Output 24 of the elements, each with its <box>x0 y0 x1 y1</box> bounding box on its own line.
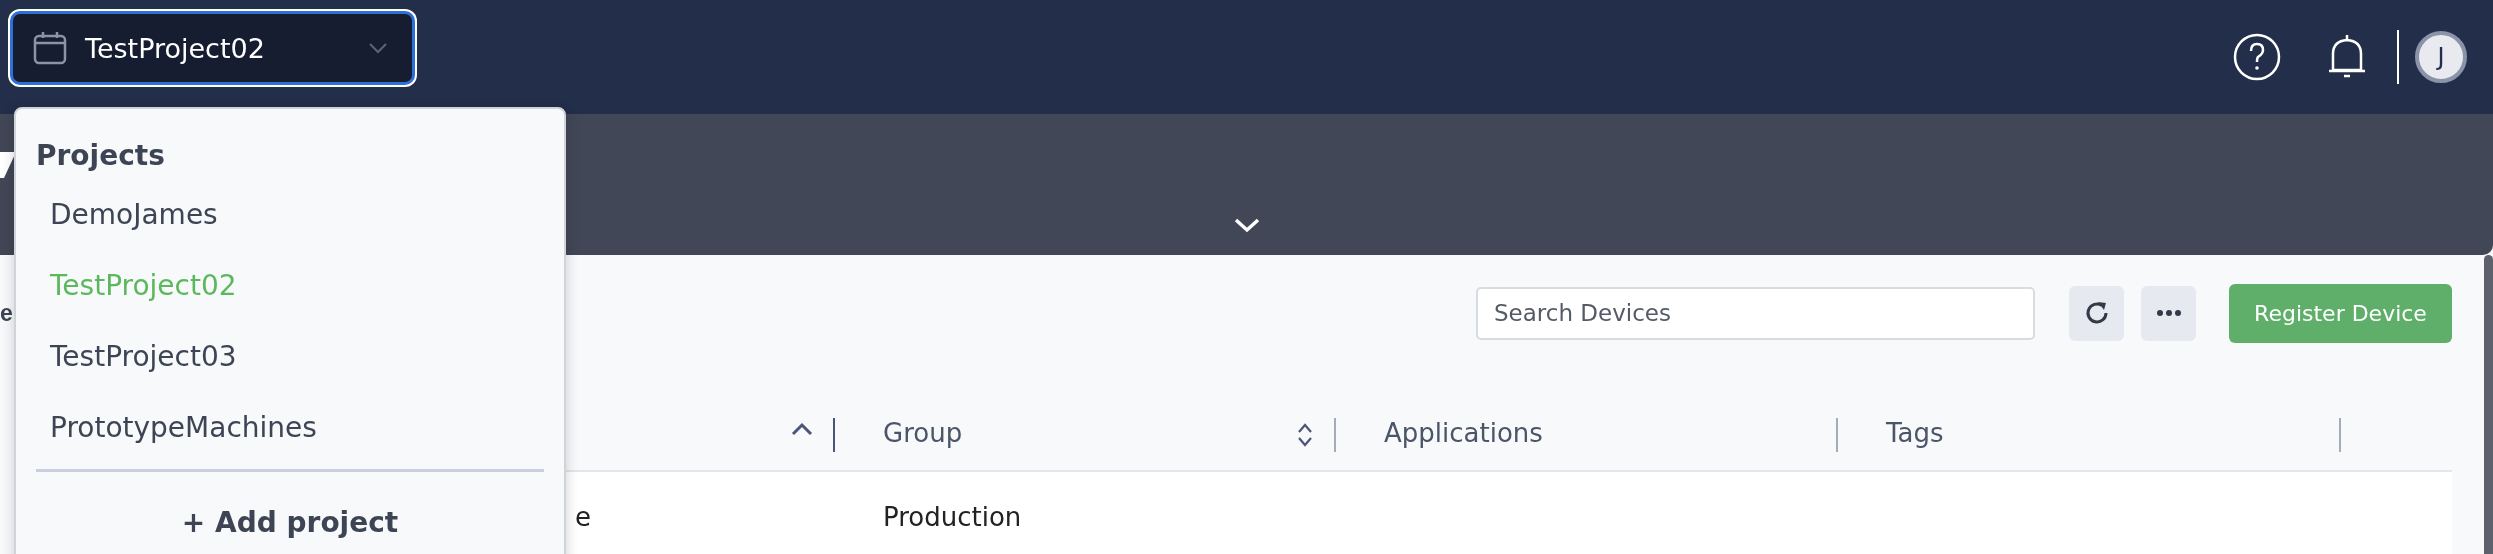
more-icon <box>2155 309 2182 317</box>
more-button[interactable] <box>2141 285 2196 341</box>
user-avatar[interactable]: J <box>2415 31 2467 83</box>
calendar-icon <box>33 31 67 65</box>
scrollbar[interactable] <box>2484 255 2493 554</box>
page-title: e <box>0 299 13 327</box>
sort-ascending-icon[interactable] <box>791 422 813 436</box>
project-selector[interactable]: TestProject02 <box>10 11 415 85</box>
add-project-button[interactable]: + Add project <box>171 492 409 552</box>
project-item[interactable]: DemoJames <box>36 179 544 250</box>
refresh-button[interactable] <box>2069 285 2124 341</box>
help-icon[interactable] <box>2233 33 2281 81</box>
column-header[interactable]: Group <box>883 417 963 448</box>
sort-icon[interactable] <box>1296 422 1314 448</box>
chevron-down-icon[interactable] <box>1232 217 1261 233</box>
chevron-down-icon <box>368 42 388 54</box>
table-cell: e <box>575 502 591 532</box>
project-item[interactable]: PrototypeMachines <box>36 392 544 463</box>
table-cell: Production <box>883 502 1022 532</box>
column-header[interactable]: Tags <box>1886 417 1944 448</box>
project-item[interactable]: TestProject03 <box>36 321 544 392</box>
search-field[interactable]: Search Devices <box>1476 286 2035 340</box>
column-header[interactable]: Applications <box>1384 417 1543 448</box>
menu-heading: Projects <box>36 137 166 174</box>
